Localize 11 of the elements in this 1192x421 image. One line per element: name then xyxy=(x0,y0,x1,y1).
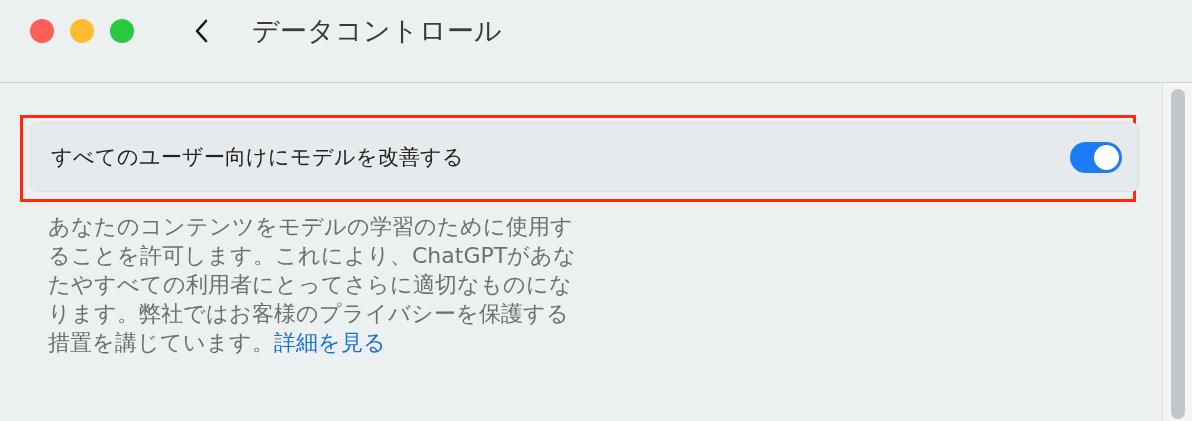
window-title: データコントロール xyxy=(252,14,502,48)
scrollbar[interactable] xyxy=(1162,83,1192,421)
setting-label: すべてのユーザー向けにモデルを改善する xyxy=(51,144,464,171)
toggle-switch[interactable] xyxy=(1070,141,1122,173)
window-control-button[interactable] xyxy=(110,19,134,43)
window-control-button[interactable] xyxy=(30,19,54,43)
window-control-button[interactable] xyxy=(70,19,94,43)
back-icon[interactable] xyxy=(194,19,208,43)
scrollbar-thumb[interactable] xyxy=(1170,89,1185,419)
learn-more-link[interactable]: 詳細を見る xyxy=(274,330,386,355)
setting-description: あなたのコンテンツをモデルの学習のために使用することを許可します。これにより、ChatGPTがあなたやすべての利用者にとってさらに適切なものになります。弊社ではお客様のプライバシーを保護する措置を講じています。詳細を見る xyxy=(48,213,578,357)
